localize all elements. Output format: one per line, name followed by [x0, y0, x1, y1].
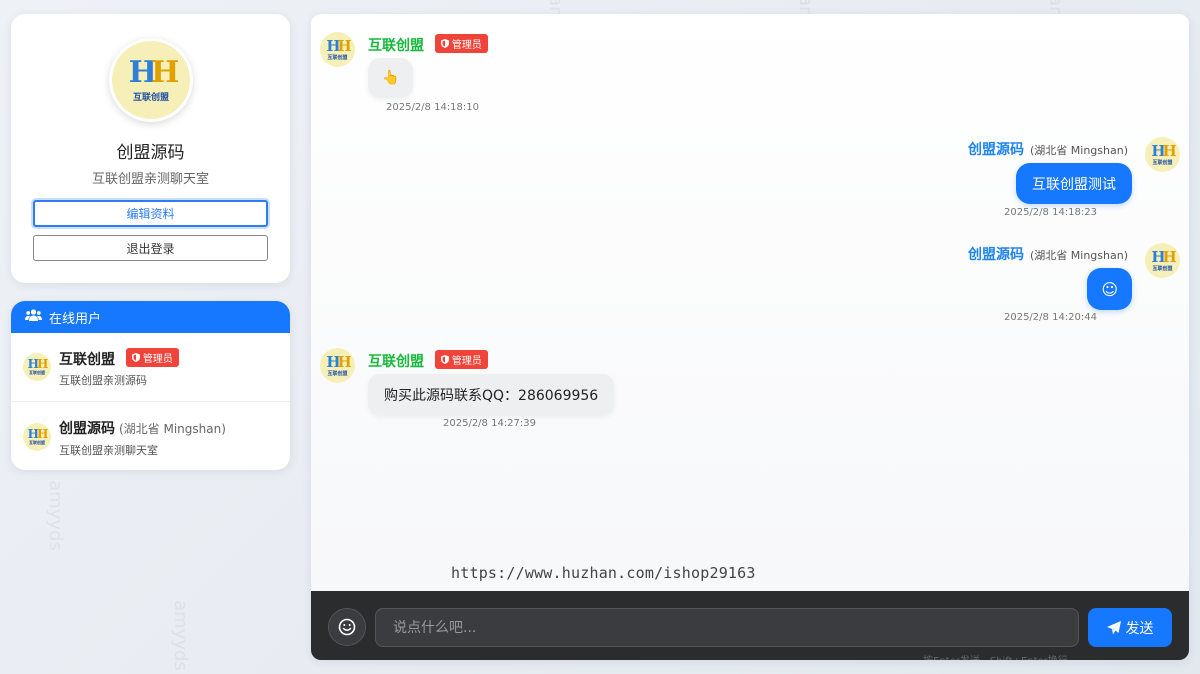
send-label: 发送: [1125, 620, 1154, 637]
logo-mark: HH: [1151, 247, 1176, 266]
avatar: HH 互联创盟: [23, 353, 51, 381]
message-sender: 创盟源码 (湖北省 Mingshan): [968, 139, 1128, 159]
shield-icon: [131, 353, 140, 362]
profile-name: 创盟源码: [116, 143, 185, 163]
logout-button[interactable]: 退出登录: [33, 235, 268, 261]
sender-name: 互联创盟: [368, 354, 424, 370]
avatar[interactable]: HH 互联创盟: [1145, 137, 1180, 172]
online-user-signature: 互联创盟亲测聊天室: [59, 444, 158, 457]
user-name-text: 互联创盟: [59, 352, 115, 368]
logo-mark: HH: [27, 357, 49, 371]
keyboard-hint: 按Enter发送，Shift+Enter换行: [923, 652, 1068, 660]
online-user-item[interactable]: HH 互联创盟 互联创盟 管理员 互联创盟亲测源码: [11, 333, 290, 401]
admin-badge-label: 管理员: [142, 354, 173, 365]
online-users-header: 在线用户: [11, 301, 290, 333]
avatar[interactable]: HH 互联创盟: [320, 32, 355, 67]
sender-name: 互联创盟: [368, 38, 424, 54]
message-bubble: 购买此源码联系QQ：286069956: [368, 374, 615, 415]
online-users-panel: 在线用户 HH 互联创盟 互联创盟 管理员 互联创盟亲测源码 HH 互联创盟 创…: [11, 301, 290, 470]
online-users-title: 在线用户: [49, 311, 102, 327]
message-bubble: 互联创盟测试: [1016, 163, 1132, 204]
admin-badge: 管理员: [434, 350, 488, 369]
profile-avatar[interactable]: HH 互联创盟: [109, 38, 193, 122]
emoji-button[interactable]: [328, 608, 366, 646]
logo-mark: HH: [1151, 141, 1176, 160]
online-user-signature: 互联创盟亲测源码: [59, 374, 147, 387]
avatar-logo-text: 互联创盟: [29, 440, 45, 445]
message-input[interactable]: [375, 608, 1079, 647]
sender-location: (湖北省 Mingshan): [1030, 249, 1128, 262]
shield-icon: [440, 355, 449, 364]
chat-panel: HH 互联创盟 互联创盟 管理员 👆 2025/2/8 14:18:10 HH …: [311, 14, 1189, 660]
avatar-logo-text: 互联创盟: [1152, 159, 1173, 166]
avatar-logo-text: 互联创盟: [1152, 265, 1173, 272]
logo-mark: HH: [27, 427, 49, 441]
message-sender: 互联创盟 管理员: [368, 350, 488, 371]
avatar-logo-text: 互联创盟: [132, 92, 169, 103]
send-icon: [1106, 620, 1121, 634]
admin-badge-label: 管理员: [451, 356, 482, 367]
profile-card: HH 互联创盟 创盟源码 互联创盟亲测聊天室 编辑资料 退出登录: [11, 14, 290, 283]
profile-signature: 互联创盟亲测聊天室: [91, 172, 209, 187]
admin-badge: 管理员: [125, 348, 179, 367]
message-time: 2025/2/8 14:18:23: [1003, 207, 1097, 218]
message-bubble: ☺: [1087, 268, 1132, 310]
admin-badge: 管理员: [434, 34, 488, 53]
user-location: (湖北省 Mingshan): [119, 422, 226, 436]
avatar: HH 互联创盟: [23, 423, 51, 451]
online-user-name: 创盟源码 (湖北省 Mingshan): [59, 418, 226, 438]
message-composer: 发送: [311, 591, 1189, 660]
avatar[interactable]: HH 互联创盟: [1145, 243, 1180, 278]
edit-profile-button[interactable]: 编辑资料: [33, 200, 268, 227]
logo-mark: HH: [326, 352, 351, 371]
message-time: 2025/2/8 14:20:44: [1003, 312, 1097, 323]
sender-location: (湖北省 Mingshan): [1030, 144, 1128, 157]
message-time: 2025/2/8 14:18:10: [386, 102, 480, 113]
logo-mark: HH: [128, 54, 180, 90]
message-sender: 创盟源码 (湖北省 Mingshan): [968, 244, 1128, 264]
watermark: amyyds: [44, 480, 66, 551]
watermark-url: https://www.huzhan.com/ishop29163: [451, 564, 756, 582]
sender-name: 创盟源码: [968, 247, 1024, 263]
message-bubble: 👆: [368, 58, 414, 98]
shield-icon: [440, 39, 449, 48]
admin-badge-label: 管理员: [451, 40, 482, 51]
avatar-logo-text: 互联创盟: [327, 54, 348, 61]
message-time: 2025/2/8 14:27:39: [443, 418, 537, 429]
logo-mark: HH: [326, 36, 351, 55]
message-sender: 互联创盟 管理员: [368, 34, 488, 55]
users-icon: [25, 309, 42, 325]
avatar-logo-text: 互联创盟: [327, 370, 348, 377]
avatar-logo-text: 互联创盟: [29, 370, 45, 375]
sender-name: 创盟源码: [968, 142, 1024, 158]
online-user-name: 互联创盟 管理员: [59, 348, 179, 369]
send-button[interactable]: 发送: [1088, 608, 1172, 647]
online-user-item[interactable]: HH 互联创盟 创盟源码 (湖北省 Mingshan) 互联创盟亲测聊天室: [11, 401, 290, 469]
user-name-text: 创盟源码: [59, 421, 115, 437]
avatar[interactable]: HH 互联创盟: [320, 348, 355, 383]
emoji-icon: [338, 618, 356, 636]
watermark: amyyds: [169, 600, 191, 671]
